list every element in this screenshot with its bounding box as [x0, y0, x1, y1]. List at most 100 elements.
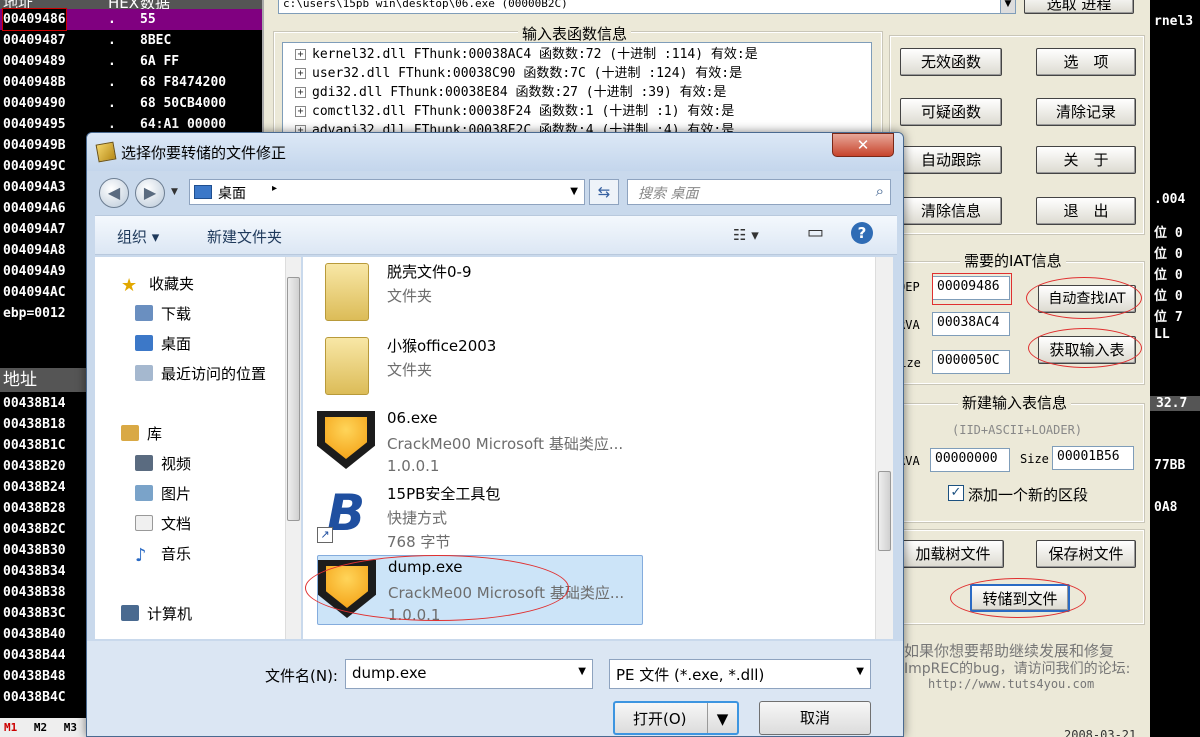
help-icon[interactable]: ?	[851, 222, 873, 244]
close-button[interactable]: ✕	[832, 133, 894, 157]
attach-button[interactable]: 选取 进程	[1024, 0, 1134, 14]
file-item[interactable]: B ↗ 15PB安全工具包 快捷方式 768 字节	[317, 481, 643, 551]
new-folder-button[interactable]: 新建文件夹	[207, 226, 282, 247]
nav-scrollbar[interactable]	[285, 257, 301, 639]
strip-text: 位 0	[1154, 247, 1183, 262]
clear-info-button[interactable]: 清除信息	[900, 197, 1002, 225]
nav-music[interactable]: ♪ 音乐	[135, 543, 191, 566]
nav-downloads[interactable]: 下载	[135, 303, 191, 324]
open-button[interactable]: 打开(O) ▼	[613, 701, 739, 735]
filetype-select[interactable]: PE 文件 (*.exe, *.dll) ▼	[609, 659, 871, 689]
refresh-button[interactable]: ⇆	[589, 179, 619, 205]
dump-address: 00438B1C	[3, 438, 66, 453]
filetype-dropdown-icon[interactable]: ▼	[856, 666, 864, 677]
import-module-row[interactable]: + kernel32.dll FThunk:00038AC4 函数数:72 (十进…	[295, 45, 758, 64]
expand-icon[interactable]: +	[295, 87, 306, 98]
iat-info-group	[889, 261, 1145, 385]
disasm-row[interactable]: 00409486. 55	[0, 8, 262, 31]
expand-icon[interactable]: +	[295, 68, 306, 79]
exit-button[interactable]: 退 出	[1036, 197, 1136, 225]
autotrace-button[interactable]: 自动跟踪	[900, 146, 1002, 174]
filename-dropdown-icon[interactable]: ▼	[578, 666, 586, 677]
load-tree-button[interactable]: 加载树文件	[902, 540, 1004, 568]
back-icon: ◀	[107, 183, 121, 202]
rva-field[interactable]: 00038AC4	[932, 312, 1010, 336]
nav-computer[interactable]: 计算机	[121, 603, 192, 624]
get-imports-button[interactable]: 获取输入表	[1038, 336, 1136, 364]
file-item[interactable]: 06.exe CrackMe00 Microsoft 基础类应... 1.0.0.1	[317, 407, 643, 477]
dump-address: 00438B44	[3, 648, 66, 663]
nav-recent[interactable]: 最近访问的位置	[135, 363, 266, 384]
address-location[interactable]: 桌面	[218, 183, 246, 203]
search-input[interactable]: 搜索 桌面 ⌕	[627, 179, 891, 205]
suspect-functions-button[interactable]: 可疑函数	[900, 98, 1002, 126]
expand-icon[interactable]: +	[295, 49, 306, 60]
file-type: CrackMe00 Microsoft 基础类应...	[387, 435, 624, 453]
imports-title: 输入表函数信息	[518, 23, 632, 44]
import-module-text: kernel32.dll FThunk:00038AC4 函数数:72 (十进制…	[312, 47, 758, 62]
exe-shield-icon	[317, 411, 375, 469]
disasm-address: 004094A7	[3, 222, 66, 237]
filename-input[interactable]: dump.exe ▼	[345, 659, 593, 689]
import-module-row[interactable]: + comctl32.dll FThunk:00038F24 函数数:1 (十进制…	[295, 102, 734, 121]
file-item[interactable]: 脱壳文件0-9 文件夹	[317, 259, 643, 329]
nav-pictures[interactable]: 图片	[135, 483, 191, 504]
size-field[interactable]: 0000050C	[932, 350, 1010, 374]
disasm-address: 00409487	[3, 33, 66, 48]
add-section-checkbox[interactable]: ✓	[948, 485, 964, 501]
oep-field[interactable]: 00009486	[932, 276, 1010, 300]
strip-text: 位 7	[1154, 310, 1183, 325]
new-rva-field[interactable]: 00000000	[930, 448, 1010, 472]
search-icon[interactable]: ⌕	[876, 182, 884, 200]
disasm-address: 0040948B	[3, 75, 66, 90]
file-scrollbar[interactable]	[875, 257, 893, 639]
disasm-code: 68 F8474200	[140, 75, 227, 90]
disasm-row[interactable]: 00409489. 6A FF	[0, 51, 262, 72]
file-item[interactable]: dump.exe CrackMe00 Microsoft 基础类应... 1.0.0…	[317, 555, 643, 625]
process-path-field[interactable]: c:\users\15pb win\desktop\06.exe (00000B…	[278, 0, 1006, 14]
file-name: 小猴office2003	[387, 337, 497, 355]
save-tree-button[interactable]: 保存树文件	[1036, 540, 1136, 568]
file-item[interactable]: 小猴office2003 文件夹	[317, 333, 643, 403]
nav-desktop[interactable]: 桌面	[135, 333, 191, 354]
nav-videos[interactable]: 视频	[135, 453, 191, 474]
forum-link[interactable]: http://www.tuts4you.com	[928, 677, 1094, 691]
disasm-row[interactable]: 00409490. 68 50CB4000	[0, 93, 262, 114]
address-dropdown-icon[interactable]: ▼	[570, 186, 578, 197]
invalid-functions-button[interactable]: 无效函数	[900, 48, 1002, 76]
forward-button[interactable]: ▶	[135, 178, 165, 208]
breadcrumb-arrow-icon[interactable]: ▸	[272, 183, 277, 194]
clear-log-button[interactable]: 清除记录	[1036, 98, 1136, 126]
organize-button[interactable]: 组织 ▾	[117, 226, 159, 247]
nav-scroll-thumb[interactable]	[287, 277, 300, 521]
new-size-field[interactable]: 00001B56	[1052, 446, 1134, 470]
import-module-row[interactable]: + gdi32.dll FThunk:00038E84 函数数:27 (十进制 :…	[295, 83, 726, 102]
about-button[interactable]: 关 于	[1036, 146, 1136, 174]
import-module-text: comctl32.dll FThunk:00038F24 函数数:1 (十进制 …	[312, 104, 735, 119]
nav-favorites[interactable]: ★ 收藏夹	[121, 273, 194, 296]
file-scroll-thumb[interactable]	[878, 471, 891, 551]
fix-dump-button[interactable]: 转储到文件	[970, 584, 1070, 612]
footer-line-2: ImpREC的bug，请访问我们的论坛:	[904, 661, 1131, 677]
nav-libraries[interactable]: 库	[121, 423, 162, 444]
expand-icon[interactable]: +	[295, 106, 306, 117]
open-dropdown-icon[interactable]: ▼	[707, 703, 737, 733]
address-bar[interactable]: 桌面 ▸ ▼	[189, 179, 585, 205]
auto-iat-button[interactable]: 自动查找IAT	[1038, 285, 1136, 313]
disasm-row[interactable]: 0040948B. 68 F8474200	[0, 72, 262, 93]
process-dropdown-arrow[interactable]: ▼	[1000, 0, 1016, 14]
view-options-icon[interactable]: ☷ ▾	[733, 226, 759, 244]
cancel-button[interactable]: 取消	[759, 701, 871, 735]
disasm-address: 00409489	[3, 54, 66, 69]
tab-m2[interactable]: M2	[30, 718, 53, 734]
options-button[interactable]: 选 项	[1036, 48, 1136, 76]
tab-m1[interactable]: M1	[0, 718, 23, 734]
tab-m3[interactable]: M3	[60, 718, 83, 734]
disasm-row[interactable]: 00409487. 8BEC	[0, 30, 262, 51]
history-dropdown-icon[interactable]: ▼	[171, 187, 178, 197]
nav-documents[interactable]: 文档	[135, 513, 191, 534]
download-folder-icon	[135, 305, 153, 321]
back-button[interactable]: ◀	[99, 178, 129, 208]
import-module-row[interactable]: + user32.dll FThunk:00038C90 函数数:7C (十进制 …	[295, 64, 742, 83]
preview-pane-icon[interactable]: ▭	[807, 222, 824, 243]
